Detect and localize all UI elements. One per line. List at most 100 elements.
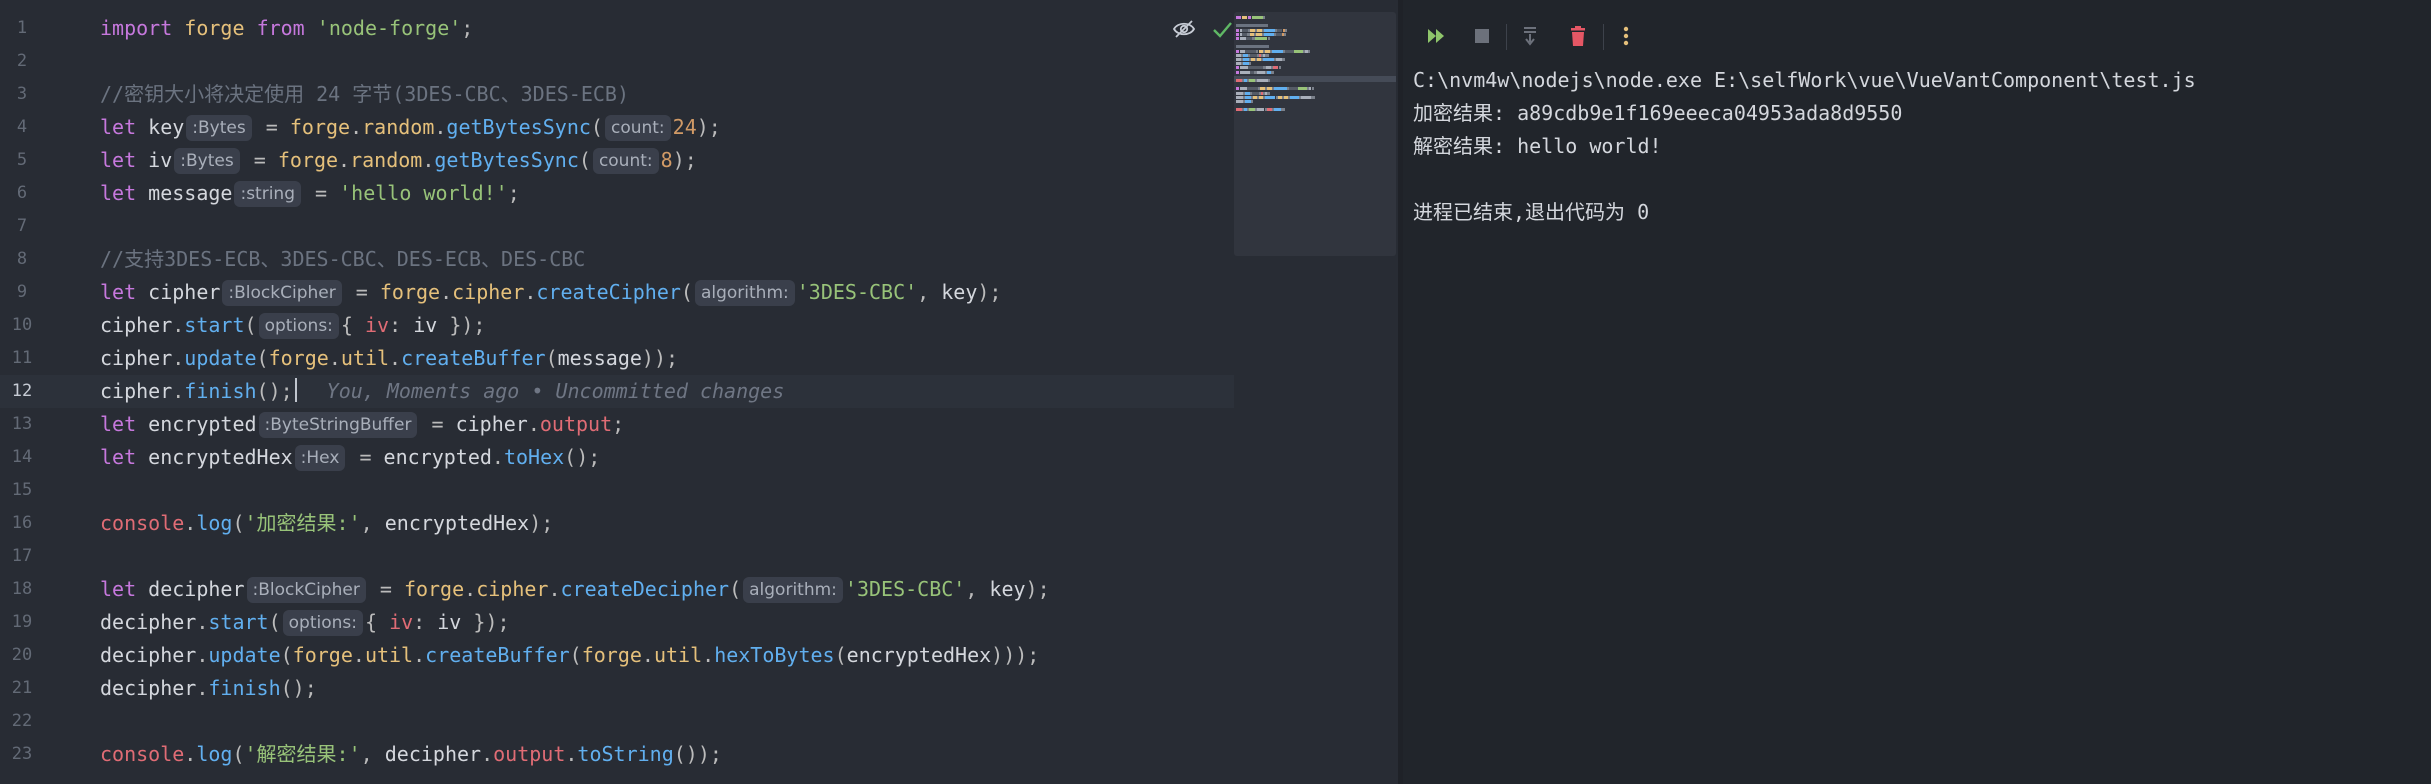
code-line[interactable]: 19 decipher.start(options:{ iv: iv }); [0, 606, 1234, 639]
minimap-stroke [1311, 95, 1315, 99]
line-number: 3 [16, 84, 28, 104]
code-line[interactable]: 21 decipher.finish(); [0, 672, 1234, 705]
code-text[interactable]: let encryptedHex:Hex = encrypted.toHex()… [100, 441, 600, 474]
code-text[interactable]: let encrypted:ByteStringBuffer = cipher.… [100, 408, 624, 441]
minimap-stroke [1264, 95, 1276, 99]
code-line[interactable]: 22 [0, 705, 1234, 738]
code-line[interactable]: 10 cipher.start(options:{ iv: iv }); [0, 309, 1234, 342]
code-token: . [352, 643, 365, 667]
code-text[interactable]: let iv:Bytes = forge.random.getBytesSync… [100, 144, 697, 177]
code-token: random [362, 115, 435, 139]
code-token: decipher [100, 610, 197, 634]
code-text[interactable]: console.log('加密结果:', encryptedHex); [100, 507, 553, 540]
minimap-stroke [1247, 16, 1252, 19]
clear-button[interactable] [1564, 22, 1592, 50]
code-line[interactable]: 23 console.log('解密结果:', decipher.output.t… [0, 738, 1234, 771]
code-text[interactable]: let cipher:BlockCipher = forge.cipher.cr… [100, 276, 1001, 309]
code-token: let [100, 412, 137, 436]
code-line[interactable]: 17 [0, 540, 1234, 573]
code-line[interactable]: 16 console.log('加密结果:', encryptedHex); [0, 507, 1234, 540]
minimap-stroke [1285, 49, 1295, 53]
code-token: let [100, 280, 137, 304]
more-vertical-icon [1623, 26, 1629, 46]
minimap-stroke [1300, 95, 1312, 99]
code-line[interactable]: 5 let iv:Bytes = forge.random.getBytesSyn… [0, 144, 1234, 177]
line-number: 10 [11, 315, 33, 335]
code-editor[interactable]: 1 import forge from 'node-forge'; 2 3 //密钥大小… [0, 0, 1398, 784]
code-text[interactable]: //支持3DES-ECB、3DES-CBC、DES-ECB、DES-CBC [100, 243, 585, 276]
code-text[interactable]: let key:Bytes = forge.random.getBytesSyn… [100, 111, 721, 144]
minimap-stroke [1263, 32, 1275, 36]
minimap-stroke [1272, 49, 1284, 53]
code-token: cipher [148, 280, 221, 304]
minimap-stroke [1242, 16, 1247, 19]
minimap-stroke [1236, 91, 1244, 95]
code-token: . [565, 742, 578, 766]
check-icon[interactable] [1210, 17, 1234, 41]
inlay-hint: :string [234, 181, 301, 207]
code-token: util [653, 643, 703, 667]
code-token: key [148, 115, 185, 139]
code-token: iv [389, 610, 414, 634]
code-line[interactable]: 1 import forge from 'node-forge'; [0, 12, 1234, 45]
code-token: import [100, 16, 173, 40]
run-panel: C:\nvm4w\nodejs\node.exe E:\selfWork\vue… [1403, 0, 2431, 784]
code-text[interactable]: import forge from 'node-forge'; [100, 12, 473, 45]
code-line[interactable]: 3 //密钥大小将决定使用 24 字节(3DES-CBC、3DES-ECB) [0, 78, 1234, 111]
code-token: ); [529, 511, 554, 535]
code-text[interactable]: cipher.update(forge.util.createBuffer(me… [100, 342, 678, 375]
code-text[interactable]: let decipher:BlockCipher = forge.cipher.… [100, 573, 1050, 606]
code-line[interactable]: 18 let decipher:BlockCipher = forge.ciphe… [0, 573, 1234, 606]
code-text[interactable]: decipher.start(options:{ iv: iv }); [100, 606, 510, 639]
more-button[interactable] [1612, 22, 1640, 50]
code-token: let [100, 577, 137, 601]
code-text[interactable]: console.log('解密结果:', decipher.output.toS… [100, 738, 722, 771]
code-line[interactable]: 9 let cipher:BlockCipher = forge.cipher.c… [0, 276, 1234, 309]
code-token: . [196, 610, 209, 634]
rerun-button[interactable] [1423, 22, 1451, 50]
code-token: toString [577, 742, 674, 766]
code-text[interactable]: //密钥大小将决定使用 24 字节(3DES-CBC、3DES-ECB) [100, 78, 629, 111]
code-line[interactable]: 4 let key:Bytes = forge.random.getBytesSy… [0, 111, 1234, 144]
code-token: = [367, 577, 404, 601]
code-line[interactable]: 2 [0, 45, 1234, 78]
inlay-hint: :BlockCipher [246, 577, 366, 603]
code-token: decipher [100, 676, 197, 700]
minimap-stroke [1236, 37, 1239, 40]
code-line[interactable]: 6 let message:string = 'hello world!'; [0, 177, 1234, 210]
code-token: random [350, 148, 423, 172]
code-text[interactable]: decipher.finish(); [100, 672, 317, 705]
code-line[interactable]: 8 //支持3DES-ECB、3DES-CBC、DES-ECB、DES-CBC [0, 243, 1234, 276]
code-token: cipher [100, 379, 173, 403]
code-token: toHex [503, 445, 565, 469]
code-line[interactable]: 12 cipher.finish(); You, Moments ago • Unc… [0, 375, 1234, 408]
code-line[interactable]: 13 let encrypted:ByteStringBuffer = ciphe… [0, 408, 1234, 441]
code-line[interactable]: 14 let encryptedHex:Hex = encrypted.toHex… [0, 441, 1234, 474]
minimap-stroke [1247, 66, 1263, 70]
code-token: . [196, 676, 209, 700]
code-token: . [172, 313, 185, 337]
code-token: . [527, 412, 540, 436]
code-token: forge [379, 280, 441, 304]
output-line-encrypted: 加密结果: a89cdb9e1f169eeeca04953ada8d9550 [1413, 101, 1903, 125]
minimap-stroke [1265, 53, 1269, 57]
code-line[interactable]: 20 decipher.update(forge.util.createBuffe… [0, 639, 1234, 672]
code-text[interactable]: let message:string = 'hello world!'; [100, 177, 520, 210]
code-line[interactable]: 15 [0, 474, 1234, 507]
code-line[interactable]: 11 cipher.update(forge.util.createBuffer(… [0, 342, 1234, 375]
eye-off-icon[interactable] [1172, 17, 1196, 41]
minimap-stroke [1251, 91, 1259, 95]
code-text[interactable]: cipher.finish(); You, Moments ago • Uncom… [100, 375, 784, 408]
code-token: getBytesSync [446, 115, 591, 139]
minimap-stroke [1273, 108, 1282, 112]
minimap[interactable] [1234, 12, 1396, 256]
code-line[interactable]: 7 [0, 210, 1234, 243]
code-text[interactable]: cipher.start(options:{ iv: iv }); [100, 309, 485, 342]
code-token: forge [268, 346, 329, 370]
stop-button[interactable] [1468, 22, 1496, 50]
code-text[interactable]: decipher.update(forge.util.createBuffer(… [100, 639, 1039, 672]
scroll-to-end-button[interactable] [1516, 22, 1544, 50]
